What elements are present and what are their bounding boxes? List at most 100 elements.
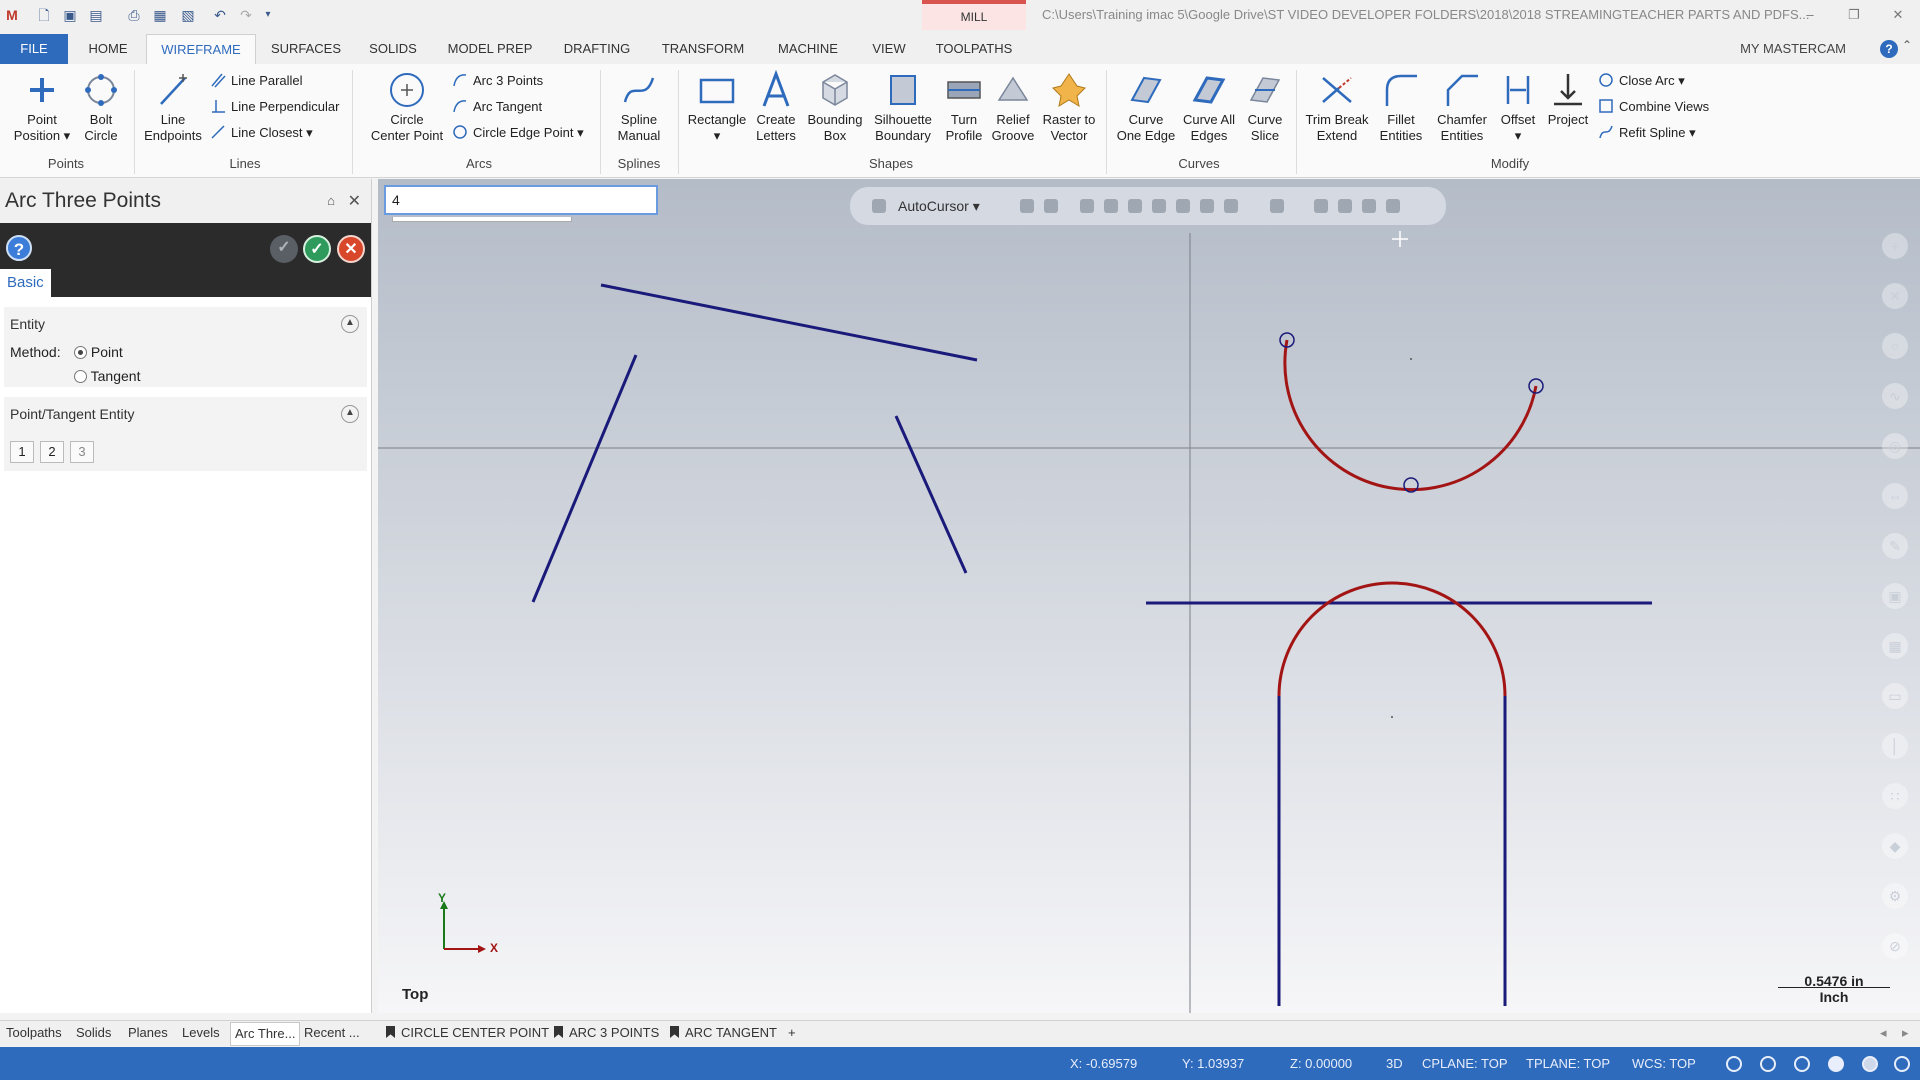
preview-arc[interactable] (1283, 339, 1538, 492)
print-preview-icon[interactable]: ▦ (150, 5, 170, 25)
viewport-tool-icon[interactable]: ◎ (1882, 433, 1908, 459)
fillet-entities-button[interactable]: Fillet Entities (1372, 70, 1430, 144)
folder-icon[interactable]: ▧ (178, 5, 198, 25)
mode-2d-3d[interactable]: 3D (1386, 1047, 1403, 1080)
verify-icon[interactable] (1314, 199, 1328, 213)
viewport-tool-icon[interactable]: ⊘ (1882, 933, 1908, 959)
tab-levels-manager[interactable]: Levels (182, 1025, 220, 1040)
collapse-icon[interactable]: ▲ (341, 405, 359, 423)
select-icon[interactable] (1080, 199, 1094, 213)
point-1-button[interactable]: 1 (10, 441, 34, 463)
viewport-tool-icon[interactable]: ⇔ (1882, 483, 1908, 509)
wireframe-line[interactable] (600, 283, 978, 362)
app-logo-icon[interactable]: M (2, 5, 22, 25)
circle-center-point-button[interactable]: Circle Center Point (364, 70, 450, 144)
z-coordinate[interactable]: Z: 0.00000 (1290, 1047, 1352, 1080)
viewport-tool-icon[interactable]: ◆ (1882, 833, 1908, 859)
close-window-button[interactable]: ✕ (1876, 0, 1920, 30)
customize-quick-access-icon[interactable]: ▾ (258, 5, 278, 25)
add-mru-tab-button[interactable]: + (788, 1025, 796, 1040)
pin-icon[interactable]: ⌂ (327, 193, 335, 208)
display-icon[interactable] (1894, 1056, 1910, 1072)
tab-toolpaths-manager[interactable]: Toolpaths (6, 1025, 62, 1040)
circle-edge-point-button[interactable]: Circle Edge Point ▾ (452, 122, 584, 144)
refresh-icon[interactable] (1362, 199, 1376, 213)
coordinate-input[interactable]: 4 (384, 185, 658, 215)
combine-views-button[interactable]: Combine Views (1598, 96, 1709, 118)
minimize-button[interactable]: – (1788, 0, 1832, 30)
create-letters-button[interactable]: Create Letters (748, 70, 804, 144)
cplane-status[interactable]: CPLANE: TOP (1422, 1047, 1508, 1080)
shading-icon[interactable] (1862, 1056, 1878, 1072)
point-position-button[interactable]: Point Position ▾ (10, 70, 74, 144)
arc[interactable] (1277, 581, 1507, 697)
curve-one-edge-button[interactable]: Curve One Edge (1112, 70, 1180, 144)
close-arc-button[interactable]: Close Arc ▾ (1598, 70, 1685, 92)
window-select-icon[interactable] (1270, 199, 1284, 213)
graphics-viewport[interactable]: Y X 4 AutoCursor ▾ + ✕ ○ ∿ ◎ ⇔ ✎ ▣ ▦ ▭ │… (378, 179, 1920, 1013)
tab-view[interactable]: VIEW (864, 34, 914, 64)
save-icon[interactable]: ▣ (60, 5, 80, 25)
print-icon[interactable]: ⎙ (124, 5, 144, 25)
viewport-tool-icon[interactable]: ⚙ (1882, 883, 1908, 909)
line-perpendicular-button[interactable]: Line Perpendicular (210, 96, 339, 118)
viewport-tool-icon[interactable]: ▭ (1882, 683, 1908, 709)
curve-all-edges-button[interactable]: Curve All Edges (1178, 70, 1240, 144)
wireframe-line[interactable] (531, 354, 638, 603)
help-button[interactable]: ? (6, 235, 32, 261)
tplane-status[interactable]: TPLANE: TOP (1526, 1047, 1610, 1080)
wcs-status[interactable]: WCS: TOP (1632, 1047, 1696, 1080)
globe-icon[interactable] (1760, 1056, 1776, 1072)
trim-break-extend-button[interactable]: Trim Break Extend (1302, 70, 1372, 144)
chamfer-entities-button[interactable]: Chamfer Entities (1430, 70, 1494, 144)
help-icon[interactable]: ? (1880, 40, 1898, 58)
shading-icon[interactable] (1828, 1056, 1844, 1072)
bolt-circle-button[interactable]: Bolt Circle (78, 70, 124, 144)
select-edge-icon[interactable] (1152, 199, 1166, 213)
arc-tangent-button[interactable]: Arc Tangent (452, 96, 542, 118)
mru-arc-tangent[interactable]: ARC TANGENT (670, 1025, 777, 1040)
clear-icon[interactable] (1386, 199, 1400, 213)
turn-profile-button[interactable]: Turn Profile (940, 70, 988, 144)
tab-planes-manager[interactable]: Planes (128, 1025, 168, 1040)
close-panel-icon[interactable]: ✕ (348, 191, 361, 211)
wireframe-line[interactable] (894, 415, 968, 574)
select-solid-icon[interactable] (1104, 199, 1118, 213)
viewport-tool-icon[interactable]: ✕ (1882, 283, 1908, 309)
tab-arc-three-points[interactable]: Arc Thre... (230, 1022, 301, 1046)
collapse-ribbon-icon[interactable]: ⌃ (1902, 38, 1918, 58)
mill-context-tab[interactable]: MILL (922, 0, 1026, 30)
point-2-button[interactable]: 2 (40, 441, 64, 463)
tab-transform[interactable]: TRANSFORM (656, 34, 750, 64)
my-mastercam-link[interactable]: MY MASTERCAM (1740, 34, 1846, 64)
redo-icon[interactable]: ↷ (236, 5, 256, 25)
viewport-tool-icon[interactable]: ∿ (1882, 383, 1908, 409)
tab-toolpaths[interactable]: TOOLPATHS (930, 34, 1018, 64)
snap-icon[interactable] (1020, 199, 1034, 213)
viewport-tool-icon[interactable]: ∷ (1882, 783, 1908, 809)
cancel-button[interactable]: ✕ (337, 235, 365, 263)
viewport-tool-icon[interactable]: ○ (1882, 333, 1908, 359)
globe-icon[interactable] (1726, 1056, 1742, 1072)
select-face-icon[interactable] (1128, 199, 1142, 213)
rectangle-button[interactable]: Rectangle ▾ (684, 70, 750, 144)
tab-file[interactable]: FILE (0, 34, 68, 64)
select-loop-icon[interactable] (1200, 199, 1214, 213)
open-icon[interactable]: ▤ (86, 5, 106, 25)
mru-arc-3-points[interactable]: ARC 3 POINTS (554, 1025, 659, 1040)
ok-and-create-new-button[interactable]: ✓ (270, 235, 298, 263)
tab-solids[interactable]: SOLIDS (360, 34, 426, 64)
refit-spline-button[interactable]: Refit Spline ▾ (1598, 122, 1696, 144)
autocursor-button[interactable]: AutoCursor ▾ (898, 187, 980, 225)
quick-mask-icon[interactable] (1338, 199, 1352, 213)
method-point-radio[interactable]: Point (74, 344, 123, 360)
tab-basic[interactable]: Basic (0, 269, 51, 297)
tab-machine[interactable]: MACHINE (770, 34, 846, 64)
line-parallel-button[interactable]: Line Parallel (210, 70, 303, 92)
scroll-left-icon[interactable]: ◂ (1880, 1025, 1887, 1041)
viewport-tool-icon[interactable]: │ (1882, 733, 1908, 759)
globe-icon[interactable] (1794, 1056, 1810, 1072)
mru-circle-center-point[interactable]: CIRCLE CENTER POINT (386, 1025, 549, 1040)
line-closest-button[interactable]: Line Closest ▾ (210, 122, 313, 144)
scroll-right-icon[interactable]: ▸ (1902, 1025, 1909, 1041)
